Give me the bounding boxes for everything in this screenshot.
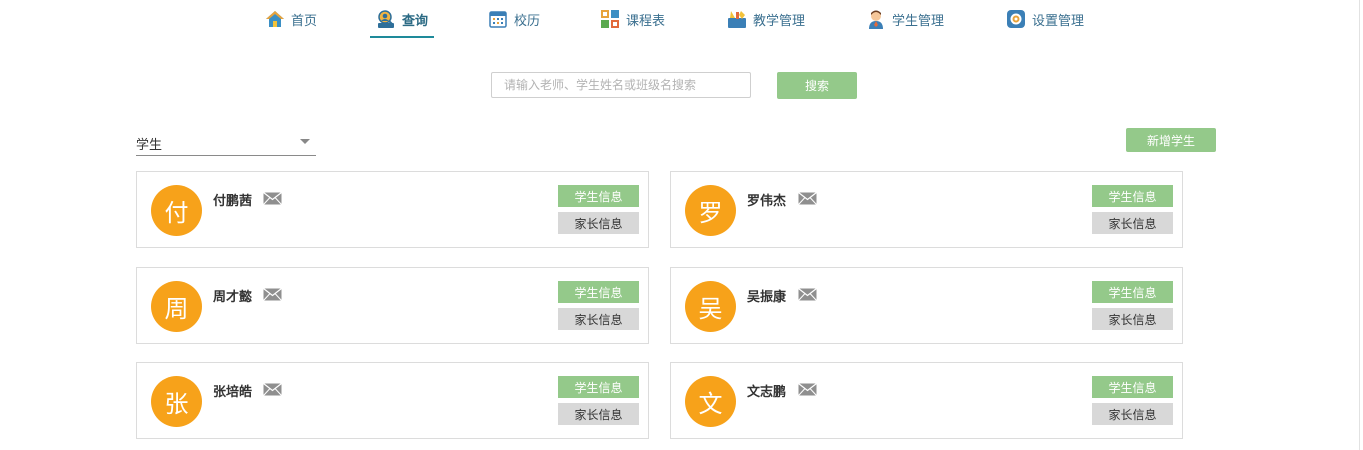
student-name: 文志鹏 xyxy=(747,385,787,400)
teaching-icon xyxy=(727,9,747,29)
mail-icon[interactable] xyxy=(798,383,817,396)
nav-item-label: 首页 xyxy=(291,13,318,29)
mail-icon[interactable] xyxy=(798,192,817,205)
student-name: 周才懿 xyxy=(213,290,253,305)
mail-icon[interactable] xyxy=(798,288,817,301)
scrollbar-edge xyxy=(1359,0,1360,450)
nav-item-label: 校历 xyxy=(514,13,541,29)
mail-icon[interactable] xyxy=(263,383,282,396)
nav-item-settings[interactable]: 设置管理 xyxy=(1006,0,1084,38)
settings-icon xyxy=(1006,9,1026,29)
role-filter-value: 学生 xyxy=(136,138,163,153)
search-input[interactable] xyxy=(491,72,751,98)
student-info-button[interactable]: 学生信息 xyxy=(558,281,639,303)
nav-item-students[interactable]: 学生管理 xyxy=(866,0,944,38)
nav-item-home[interactable]: 首页 xyxy=(265,0,317,38)
parent-info-button[interactable]: 家长信息 xyxy=(1092,403,1173,425)
avatar: 罗 xyxy=(685,185,736,236)
student-info-button[interactable]: 学生信息 xyxy=(558,185,639,207)
nav-item-query[interactable]: 查询 xyxy=(369,0,435,38)
student-card: 周 周才懿 学生信息 家长信息 xyxy=(136,267,649,344)
student-icon xyxy=(866,9,886,29)
avatar: 周 xyxy=(151,281,202,332)
nav-item-label: 学生管理 xyxy=(892,13,945,29)
parent-info-button[interactable]: 家长信息 xyxy=(1092,308,1173,330)
home-icon xyxy=(265,9,285,29)
avatar: 吴 xyxy=(685,281,736,332)
student-name: 张培皓 xyxy=(213,385,253,400)
nav-item-label: 教学管理 xyxy=(753,13,806,29)
student-card: 付 付鹏茜 学生信息 家长信息 xyxy=(136,171,649,248)
avatar: 付 xyxy=(151,185,202,236)
student-info-button[interactable]: 学生信息 xyxy=(1092,376,1173,398)
nav-item-teaching[interactable]: 教学管理 xyxy=(727,0,805,38)
parent-info-button[interactable]: 家长信息 xyxy=(1092,212,1173,234)
student-name: 罗伟杰 xyxy=(747,194,787,209)
add-student-button[interactable]: 新增学生 xyxy=(1126,128,1216,152)
student-info-button[interactable]: 学生信息 xyxy=(558,376,639,398)
nav-item-label: 查询 xyxy=(402,13,429,29)
caret-down-icon xyxy=(300,139,310,144)
role-filter-select[interactable]: 学生 xyxy=(136,128,316,156)
avatar: 张 xyxy=(151,376,202,427)
parent-info-button[interactable]: 家长信息 xyxy=(558,403,639,425)
student-card: 罗 罗伟杰 学生信息 家长信息 xyxy=(670,171,1183,248)
mail-icon[interactable] xyxy=(263,288,282,301)
parent-info-button[interactable]: 家长信息 xyxy=(558,212,639,234)
calendar-icon xyxy=(488,9,508,29)
page: 首页 查询 校历 课程表 教学管理 学生管理 设置管理 请输入老师、学生姓名或班… xyxy=(0,0,1363,450)
schedule-icon xyxy=(600,9,620,29)
mail-icon[interactable] xyxy=(263,192,282,205)
student-card: 张 张培皓 学生信息 家长信息 xyxy=(136,362,649,439)
nav-item-calendar[interactable]: 校历 xyxy=(488,0,540,38)
student-info-button[interactable]: 学生信息 xyxy=(1092,185,1173,207)
top-nav: 首页 查询 校历 课程表 教学管理 学生管理 设置管理 xyxy=(0,0,1363,40)
student-card: 吴 吴振康 学生信息 家长信息 xyxy=(670,267,1183,344)
nav-item-label: 设置管理 xyxy=(1032,13,1085,29)
student-name: 付鹏茜 xyxy=(213,194,253,209)
search-button[interactable]: 搜索 xyxy=(777,72,857,99)
avatar: 文 xyxy=(685,376,736,427)
student-name: 吴振康 xyxy=(747,290,787,305)
search-person-icon xyxy=(376,9,396,29)
student-card: 文 文志鹏 学生信息 家长信息 xyxy=(670,362,1183,439)
student-info-button[interactable]: 学生信息 xyxy=(1092,281,1173,303)
parent-info-button[interactable]: 家长信息 xyxy=(558,308,639,330)
nav-item-label: 课程表 xyxy=(626,13,666,29)
nav-item-schedule[interactable]: 课程表 xyxy=(600,0,665,38)
